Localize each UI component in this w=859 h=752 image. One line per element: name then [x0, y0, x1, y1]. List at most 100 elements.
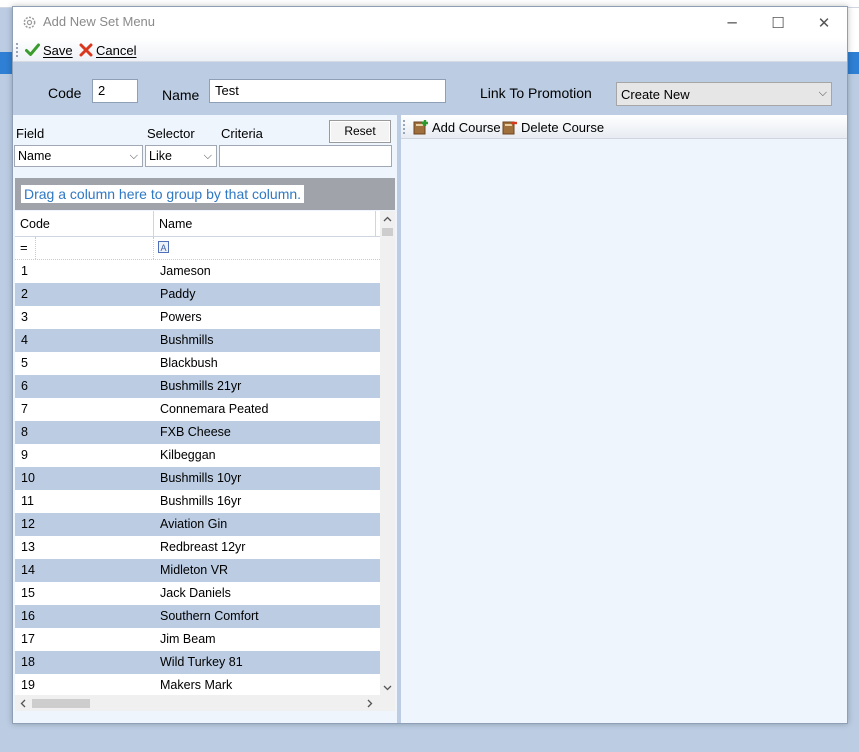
reset-button[interactable]: Reset: [329, 120, 391, 143]
cell-code: 9: [21, 448, 28, 462]
chevron-down-icon[interactable]: [383, 685, 392, 691]
table-row[interactable]: 10 Bushmills 10yr: [15, 467, 380, 490]
cell-name: Wild Turkey 81: [160, 655, 243, 669]
gear-icon: [23, 16, 36, 29]
table-row[interactable]: 12 Aviation Gin: [15, 513, 380, 536]
cell-code: 7: [21, 402, 28, 416]
title-bar: Add New Set Menu ─ ☐ ✕: [13, 7, 847, 38]
cell-code: 4: [21, 333, 28, 347]
cell-name: Jim Beam: [160, 632, 216, 646]
background-app-accent-right: [847, 52, 859, 74]
selector-value: Like: [149, 149, 172, 163]
group-by-panel[interactable]: Drag a column here to group by that colu…: [15, 178, 395, 210]
code-filter-cell[interactable]: [35, 237, 154, 259]
cell-name: Bushmills 10yr: [160, 471, 242, 485]
table-row[interactable]: 19 Makers Mark: [15, 674, 380, 697]
name-field[interactable]: Test: [209, 79, 446, 103]
cancel-label: Cancel: [96, 42, 137, 58]
maximize-button[interactable]: ☐: [755, 7, 801, 38]
cell-code: 3: [21, 310, 28, 324]
horizontal-scrollbar[interactable]: [15, 695, 395, 711]
table-row[interactable]: 9 Kilbeggan: [15, 444, 380, 467]
table-row[interactable]: 6 Bushmills 21yr: [15, 375, 380, 398]
table-row[interactable]: 14 Midleton VR: [15, 559, 380, 582]
background-app-accent-left: [0, 52, 12, 74]
minimize-button[interactable]: ─: [709, 7, 755, 38]
grid-filter-row: = A: [15, 237, 380, 260]
chevron-up-icon[interactable]: [383, 216, 392, 222]
cell-code: 11: [21, 494, 34, 508]
table-row[interactable]: 4 Bushmills: [15, 329, 380, 352]
cell-code: 17: [21, 632, 35, 646]
table-row[interactable]: 8 FXB Cheese: [15, 421, 380, 444]
chevron-down-icon: ⌵: [818, 86, 827, 99]
table-row[interactable]: 18 Wild Turkey 81: [15, 651, 380, 674]
courses-pane: Add Course Delete Course: [401, 115, 847, 723]
save-label: Save: [43, 42, 73, 58]
close-button[interactable]: ✕: [801, 7, 847, 38]
cell-name: Jameson: [160, 264, 211, 278]
criteria-label: Criteria: [221, 126, 263, 141]
table-row[interactable]: 3 Powers: [15, 306, 380, 329]
vertical-scroll-thumb[interactable]: [382, 228, 393, 236]
promotion-label: Link To Promotion: [480, 85, 592, 101]
cell-name: Kilbeggan: [160, 448, 216, 462]
table-row[interactable]: 15 Jack Daniels: [15, 582, 380, 605]
grid-header: Code Name: [15, 211, 380, 237]
vertical-scrollbar[interactable]: [380, 211, 395, 695]
window-title: Add New Set Menu: [43, 14, 156, 29]
table-row[interactable]: 2 Paddy: [15, 283, 380, 306]
cell-name: Bushmills: [160, 333, 214, 347]
cell-code: 19: [21, 678, 35, 692]
cell-name: FXB Cheese: [160, 425, 231, 439]
horizontal-scroll-thumb[interactable]: [32, 699, 90, 708]
cell-code: 2: [21, 287, 28, 301]
cell-code: 8: [21, 425, 28, 439]
cell-code: 18: [21, 655, 35, 669]
cell-name: Redbreast 12yr: [160, 540, 246, 554]
cell-code: 13: [21, 540, 35, 554]
field-select[interactable]: Name ⌵: [14, 145, 143, 167]
code-filter-operator[interactable]: =: [20, 240, 28, 255]
delete-course-button[interactable]: Delete Course: [502, 118, 604, 136]
toolbar-grip[interactable]: [16, 43, 18, 57]
table-row[interactable]: 1 Jameson: [15, 260, 380, 283]
cell-name: Blackbush: [160, 356, 218, 370]
column-header-name[interactable]: Name: [154, 211, 376, 237]
item-search-pane: Field Selector Criteria Reset Name ⌵ Lik…: [13, 115, 397, 723]
cell-name: Powers: [160, 310, 202, 324]
field-value: Name: [18, 149, 52, 163]
column-header-code[interactable]: Code: [15, 211, 154, 237]
items-grid: Code Name = A 1 Jameson 2 Paddy 3 Powers 4 Bush…: [15, 211, 395, 711]
table-row[interactable]: 5 Blackbush: [15, 352, 380, 375]
code-field[interactable]: 2: [92, 79, 138, 103]
courses-toolbar: Add Course Delete Course: [401, 115, 847, 139]
name-filter-operator[interactable]: A: [158, 241, 169, 253]
table-row[interactable]: 17 Jim Beam: [15, 628, 380, 651]
cell-name: Bushmills 16yr: [160, 494, 242, 508]
delete-course-label: Delete Course: [521, 119, 605, 135]
chevron-down-icon: ⌵: [203, 149, 212, 162]
save-button[interactable]: Save: [25, 41, 73, 59]
cell-code: 15: [21, 586, 35, 600]
field-label: Field: [16, 126, 45, 141]
cell-name: Makers Mark: [160, 678, 233, 692]
criteria-input[interactable]: [219, 145, 392, 167]
selector-select[interactable]: Like ⌵: [145, 145, 217, 167]
checkmark-icon: [25, 43, 40, 56]
promotion-value: Create New: [621, 87, 690, 102]
chevron-right-icon[interactable]: [367, 699, 373, 708]
promotion-select[interactable]: Create New ⌵: [616, 82, 832, 106]
add-course-button[interactable]: Add Course: [413, 118, 501, 136]
add-set-menu-dialog: Add New Set Menu ─ ☐ ✕ Save Cancel Code …: [12, 6, 848, 724]
cancel-button[interactable]: Cancel: [79, 41, 136, 59]
table-row[interactable]: 11 Bushmills 16yr: [15, 490, 380, 513]
toolbar-grip[interactable]: [403, 120, 405, 134]
table-row[interactable]: 13 Redbreast 12yr: [15, 536, 380, 559]
table-row[interactable]: 7 Connemara Peated: [15, 398, 380, 421]
main-toolbar: Save Cancel: [13, 38, 847, 62]
group-hint: Drag a column here to group by that colu…: [21, 185, 305, 203]
cell-code: 14: [21, 563, 35, 577]
table-row[interactable]: 16 Southern Comfort: [15, 605, 380, 628]
chevron-left-icon[interactable]: [20, 699, 26, 708]
